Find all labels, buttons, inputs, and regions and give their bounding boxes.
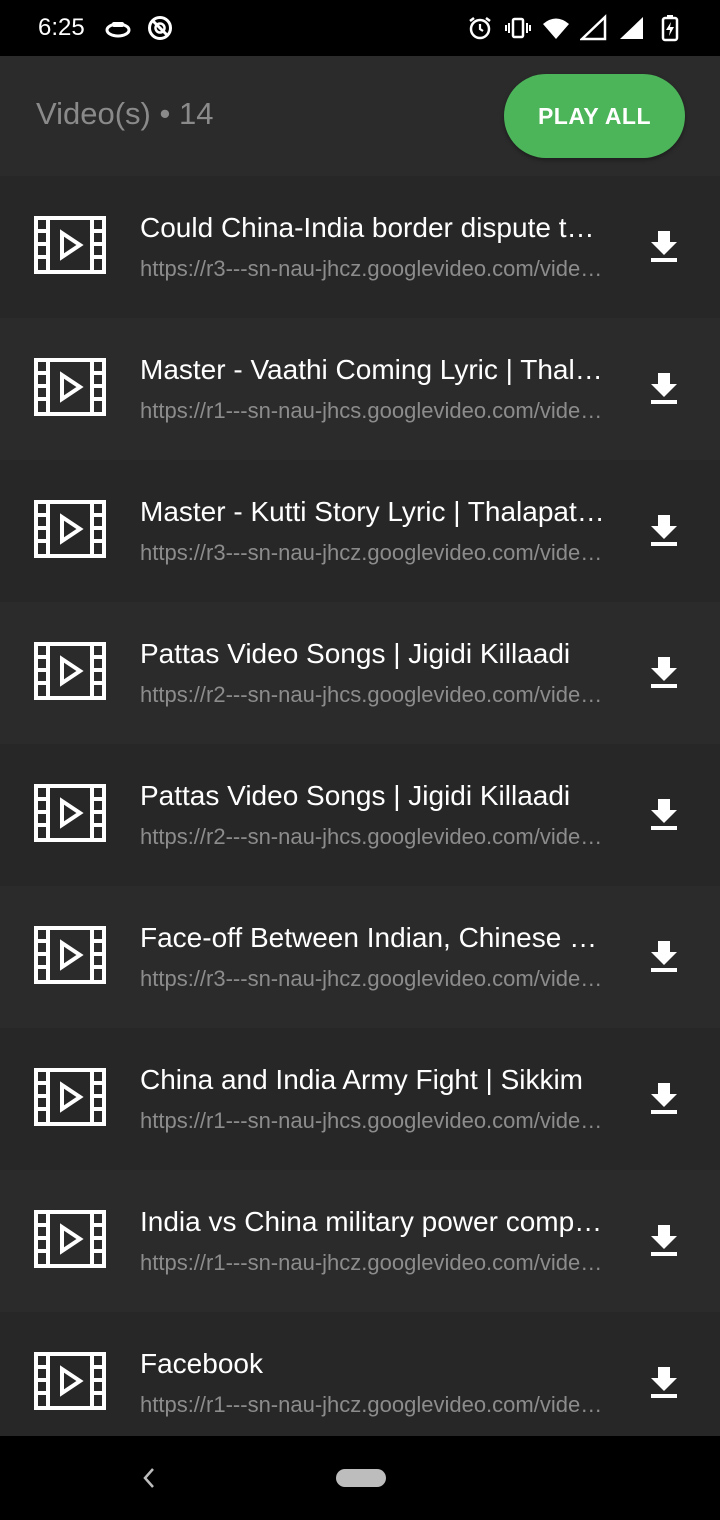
video-list-item[interactable]: Master - Kutti Story Lyric | Thalapathy … (0, 460, 720, 602)
android-auto-icon (105, 22, 131, 38)
battery-charging-icon (661, 15, 679, 42)
video-list-item[interactable]: Pattas Video Songs | Jigidi Killaadi htt… (0, 602, 720, 744)
video-list-item[interactable]: Facebook https://r1---sn-nau-jhcz.google… (0, 1312, 720, 1436)
video-list-item[interactable]: Could China-India border dispute turn in… (0, 176, 720, 318)
video-list: Could China-India border dispute turn in… (0, 176, 720, 1436)
video-title: Face-off Between Indian, Chinese Soldier… (140, 922, 608, 953)
alarm-icon (469, 17, 491, 40)
download-icon[interactable] (646, 1080, 682, 1116)
video-url: https://r3---sn-nau-jhcz.googlevideo.com… (140, 256, 608, 281)
download-icon[interactable] (646, 1364, 682, 1400)
download-icon[interactable] (646, 796, 682, 832)
video-file-icon (34, 216, 106, 274)
status-time: 6:25 (38, 14, 85, 41)
video-url: https://r1---sn-nau-jhcz.googlevideo.com… (140, 1392, 608, 1417)
video-count-title: Video(s) • 14 (36, 96, 214, 131)
video-list-item[interactable]: India vs China military power comparison… (0, 1170, 720, 1312)
back-icon[interactable] (138, 1464, 158, 1492)
video-file-icon (34, 1210, 106, 1268)
video-url: https://r1---sn-nau-jhcs.googlevideo.com… (140, 1108, 608, 1133)
video-list-item[interactable]: Face-off Between Indian, Chinese Soldier… (0, 886, 720, 1028)
video-title: Master - Vaathi Coming Lyric | Thalapath… (140, 354, 608, 385)
signal-icon (580, 14, 607, 41)
video-url: https://r2---sn-nau-jhcs.googlevideo.com… (140, 824, 608, 849)
video-list-item[interactable]: China and India Army Fight | Sikkim http… (0, 1028, 720, 1170)
home-pill-button[interactable] (336, 1469, 386, 1487)
video-title: China and India Army Fight | Sikkim (140, 1064, 584, 1095)
video-title: Master - Kutti Story Lyric | Thalapathy … (140, 496, 608, 527)
download-icon[interactable] (646, 228, 682, 264)
video-file-icon (34, 1352, 106, 1410)
video-list-item[interactable]: Master - Vaathi Coming Lyric | Thalapath… (0, 318, 720, 460)
video-list-item[interactable]: Pattas Video Songs | Jigidi Killaadi htt… (0, 744, 720, 886)
video-title: India vs China military power comparison (140, 1206, 608, 1237)
signal-icon (620, 17, 643, 39)
download-icon[interactable] (646, 1222, 682, 1258)
video-url: https://r2---sn-nau-jhcs.googlevideo.com… (140, 682, 608, 707)
video-title: Pattas Video Songs | Jigidi Killaadi (140, 780, 571, 811)
download-icon[interactable] (646, 370, 682, 406)
header: Video(s) • 14 PLAY ALL (0, 56, 720, 176)
play-all-button[interactable]: PLAY ALL (504, 74, 685, 158)
video-file-icon (34, 1068, 106, 1126)
download-icon[interactable] (646, 512, 682, 548)
video-url: https://r3---sn-nau-jhcz.googlevideo.com… (140, 966, 608, 991)
vibrate-icon (505, 17, 531, 39)
wifi-icon (543, 18, 569, 39)
video-file-icon (34, 784, 106, 842)
video-file-icon (34, 642, 106, 700)
video-url: https://r1---sn-nau-jhcz.googlevideo.com… (140, 1250, 608, 1275)
do-not-disturb-icon (148, 16, 172, 40)
download-icon[interactable] (646, 654, 682, 690)
video-file-icon (34, 926, 106, 984)
video-url: https://r3---sn-nau-jhcz.googlevideo.com… (140, 540, 608, 565)
video-title: Could China-India border dispute turn in… (140, 212, 608, 243)
download-icon[interactable] (646, 938, 682, 974)
status-bar: 6:25 (0, 0, 720, 56)
video-title: Facebook (140, 1348, 263, 1379)
video-file-icon (34, 500, 106, 558)
video-title: Pattas Video Songs | Jigidi Killaadi (140, 638, 571, 669)
video-url: https://r1---sn-nau-jhcs.googlevideo.com… (140, 398, 608, 423)
video-file-icon (34, 358, 106, 416)
